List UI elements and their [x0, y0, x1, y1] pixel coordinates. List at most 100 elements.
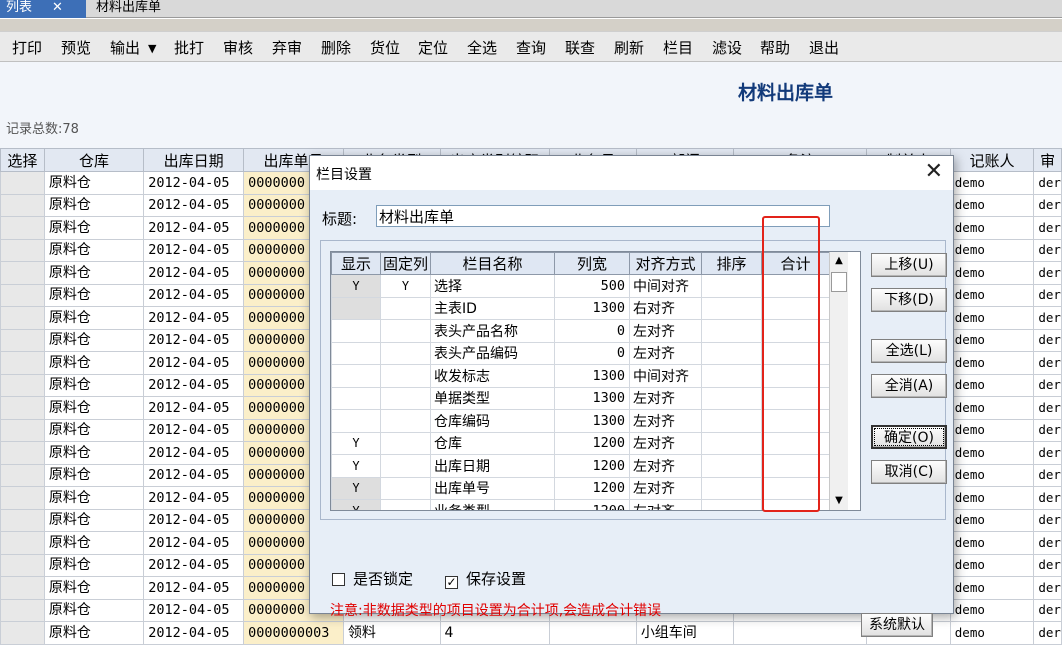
show-flag-cell[interactable]: Y: [331, 274, 381, 298]
column-list-row[interactable]: 主表ID 1300 右对齐: [331, 296, 830, 320]
alignment-cell[interactable]: 左对齐: [629, 319, 702, 343]
fixed-flag-cell[interactable]: [380, 319, 431, 343]
column-list-row[interactable]: Y Y 选择 500 中间对齐: [331, 274, 830, 298]
column-name-cell[interactable]: 表头产品编码: [430, 341, 555, 365]
preview-button[interactable]: 预览: [59, 37, 93, 59]
help-button[interactable]: 帮助: [758, 37, 792, 59]
column-width-cell[interactable]: 1200: [554, 454, 630, 478]
column-header[interactable]: 记账人: [949, 148, 1035, 172]
output-button[interactable]: 输出 ▼: [108, 37, 158, 59]
lock-checkbox[interactable]: [332, 573, 345, 586]
column-name-cell[interactable]: 出库日期: [430, 454, 555, 478]
audit-button[interactable]: 审核: [221, 37, 255, 59]
fixed-flag-cell[interactable]: [380, 499, 431, 510]
sum-cell[interactable]: [761, 274, 830, 298]
column-name-cell[interactable]: 主表ID: [430, 296, 555, 320]
query-button[interactable]: 查询: [514, 37, 548, 59]
scroll-thumb[interactable]: [831, 272, 847, 292]
column-width-cell[interactable]: 1300: [554, 364, 630, 388]
alignment-cell[interactable]: 中间对齐: [629, 274, 702, 298]
column-name-cell[interactable]: 收发标志: [430, 364, 555, 388]
sum-cell[interactable]: [761, 341, 830, 365]
show-flag-cell[interactable]: [331, 296, 381, 320]
fixed-flag-cell[interactable]: [380, 409, 431, 433]
sort-cell[interactable]: [701, 499, 762, 510]
column-list-row[interactable]: Y 出库日期 1200 左对齐: [331, 454, 830, 478]
select-all-columns-button[interactable]: 全选(L): [871, 339, 947, 363]
show-flag-cell[interactable]: Y: [331, 454, 381, 478]
column-width-cell[interactable]: 1300: [554, 296, 630, 320]
alignment-cell[interactable]: 左对齐: [629, 341, 702, 365]
location-button[interactable]: 货位: [368, 37, 402, 59]
show-flag-cell[interactable]: Y: [331, 499, 381, 510]
cancel-button[interactable]: 取消(C): [871, 460, 947, 484]
delete-button[interactable]: 删除: [319, 37, 353, 59]
column-width-cell[interactable]: 0: [554, 341, 630, 365]
sum-cell[interactable]: [761, 454, 830, 478]
batch-print-button[interactable]: 批打: [172, 37, 206, 59]
column-list-row[interactable]: 单据类型 1300 左对齐: [331, 386, 830, 410]
column-header[interactable]: 仓库: [43, 148, 145, 172]
sort-cell[interactable]: [701, 476, 762, 500]
scroll-down-icon[interactable]: ▼: [830, 492, 848, 510]
alignment-cell[interactable]: 左对齐: [629, 454, 702, 478]
alignment-cell[interactable]: 中间对齐: [629, 364, 702, 388]
column-width-cell[interactable]: 1200: [554, 499, 630, 510]
tab-list[interactable]: 列表 ✕: [0, 0, 86, 18]
column-list-row[interactable]: Y 出库单号 1200 左对齐: [331, 476, 830, 500]
move-up-button[interactable]: 上移(U): [871, 253, 947, 277]
system-default-button[interactable]: 系统默认: [861, 613, 933, 637]
show-flag-cell[interactable]: [331, 341, 381, 365]
column-name-cell[interactable]: 单据类型: [430, 386, 555, 410]
column-name-cell[interactable]: 选择: [430, 274, 555, 298]
locate-button[interactable]: 定位: [416, 37, 450, 59]
column-name-cell[interactable]: 出库单号: [430, 476, 555, 500]
column-name-cell[interactable]: 仓库: [430, 431, 555, 455]
column-list-row[interactable]: 表头产品名称 0 左对齐: [331, 319, 830, 343]
column-list-scrollbar[interactable]: ▲ ▼: [829, 252, 848, 510]
column-name-cell[interactable]: 表头产品名称: [430, 319, 555, 343]
column-header[interactable]: 选择: [0, 148, 45, 172]
sum-cell[interactable]: [761, 409, 830, 433]
alignment-cell[interactable]: 左对齐: [629, 386, 702, 410]
show-flag-cell[interactable]: [331, 319, 381, 343]
show-flag-cell[interactable]: Y: [331, 431, 381, 455]
sort-cell[interactable]: [701, 364, 762, 388]
column-width-cell[interactable]: 1200: [554, 431, 630, 455]
alignment-cell[interactable]: 左对齐: [629, 476, 702, 500]
column-width-cell[interactable]: 1200: [554, 476, 630, 500]
sum-cell[interactable]: [761, 296, 830, 320]
column-width-cell[interactable]: 1300: [554, 386, 630, 410]
select-all-button[interactable]: 全选: [465, 37, 499, 59]
column-name-cell[interactable]: 业务类型: [430, 499, 555, 510]
column-name-cell[interactable]: 仓库编码: [430, 409, 555, 433]
fixed-flag-cell[interactable]: [380, 296, 431, 320]
alignment-cell[interactable]: 左对齐: [629, 499, 702, 510]
save-checkbox[interactable]: ✓: [445, 576, 458, 589]
fixed-flag-cell[interactable]: [380, 341, 431, 365]
column-list-row[interactable]: Y 仓库 1200 左对齐: [331, 431, 830, 455]
columns-button[interactable]: 栏目: [661, 37, 695, 59]
close-icon[interactable]: ✕: [925, 160, 943, 184]
sort-cell[interactable]: [701, 341, 762, 365]
move-down-button[interactable]: 下移(D): [871, 288, 947, 312]
sum-cell[interactable]: [761, 364, 830, 388]
fixed-flag-cell[interactable]: Y: [380, 274, 431, 298]
sum-cell[interactable]: [761, 319, 830, 343]
sort-cell[interactable]: [701, 386, 762, 410]
fixed-flag-cell[interactable]: [380, 431, 431, 455]
show-flag-cell[interactable]: [331, 386, 381, 410]
alignment-cell[interactable]: 左对齐: [629, 409, 702, 433]
alignment-cell[interactable]: 右对齐: [629, 296, 702, 320]
scroll-up-icon[interactable]: ▲: [830, 252, 848, 270]
tab-material-issue[interactable]: 材料出库单: [90, 0, 167, 18]
lock-option[interactable]: 是否锁定: [332, 568, 413, 589]
ok-button[interactable]: 确定(O): [871, 425, 947, 449]
column-width-cell[interactable]: 1300: [554, 409, 630, 433]
column-header[interactable]: 出库日期: [143, 148, 245, 172]
column-list-row[interactable]: 收发标志 1300 中间对齐: [331, 364, 830, 388]
column-header[interactable]: 审: [1033, 148, 1062, 172]
save-option[interactable]: ✓ 保存设置: [445, 568, 526, 589]
chevron-down-icon[interactable]: ▼: [148, 42, 156, 55]
fixed-flag-cell[interactable]: [380, 476, 431, 500]
